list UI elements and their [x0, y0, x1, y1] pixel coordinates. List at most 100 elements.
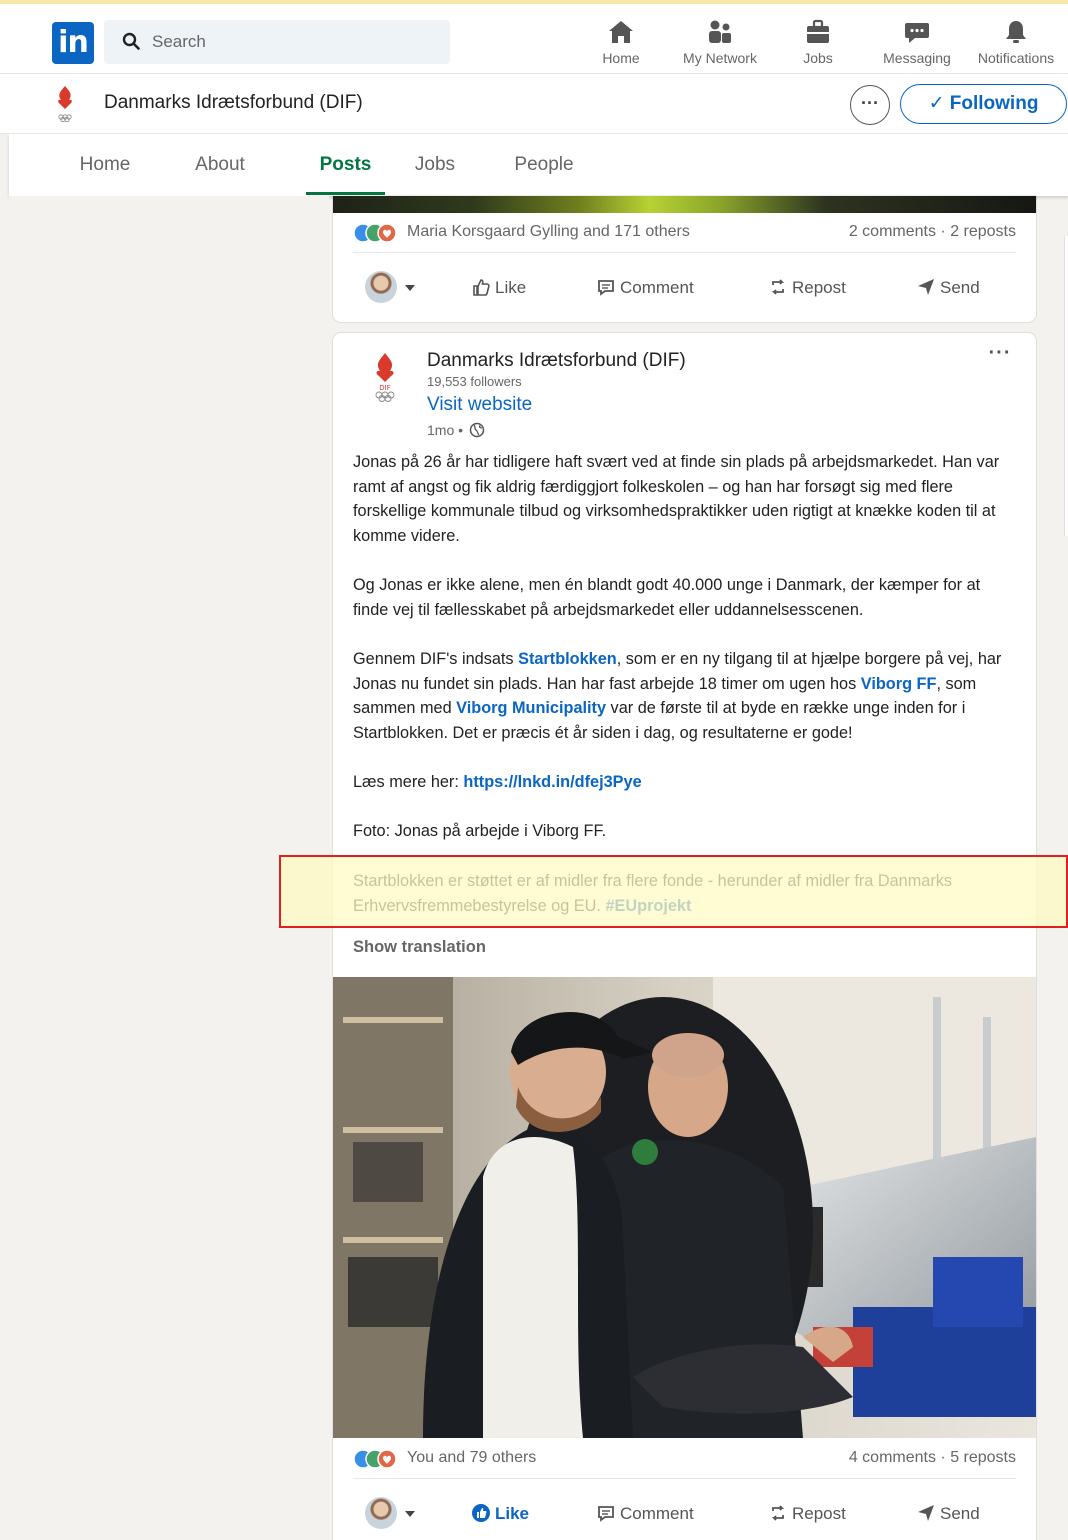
comment-icon — [598, 1506, 614, 1522]
send-button[interactable]: Send — [916, 273, 980, 303]
comment-button[interactable]: Comment — [596, 273, 694, 303]
repost-label: Repost — [792, 278, 846, 297]
nav-messaging-label: Messaging — [883, 50, 951, 66]
caret-down-icon — [405, 285, 415, 291]
mention-viborg-ff[interactable]: Viborg FF — [861, 675, 937, 693]
briefcase-icon — [770, 18, 866, 48]
globe-icon — [469, 422, 485, 438]
nav-notifications[interactable]: Notifications — [968, 18, 1064, 74]
linkedin-logo[interactable]: in — [52, 22, 94, 64]
nav-home-label: Home — [602, 50, 640, 66]
messaging-icon — [869, 18, 965, 48]
reaction-icons[interactable] — [353, 1448, 403, 1470]
nav-jobs[interactable]: Jobs — [770, 18, 866, 74]
nav-jobs-label: Jobs — [803, 50, 833, 66]
search-box[interactable] — [104, 20, 450, 64]
post-actions: Like Comment Repost Send — [333, 1489, 1036, 1539]
dif-logo-small[interactable] — [52, 84, 78, 124]
global-nav: in Home My Network Jobs Messaging Notif — [0, 0, 1068, 74]
tab-home[interactable]: Home — [61, 134, 149, 196]
send-icon — [918, 279, 934, 295]
post-actions: Like Comment Repost Send — [333, 263, 1036, 313]
repost-button[interactable]: Repost — [768, 273, 846, 303]
comment-button[interactable]: Comment — [596, 1499, 694, 1529]
post-paragraph-5: Foto: Jonas på arbejde i Viborg FF. — [353, 822, 607, 840]
repost-button[interactable]: Repost — [768, 1499, 846, 1529]
repost-label: Repost — [792, 1504, 846, 1523]
post-timestamp: 1mo • — [427, 422, 485, 438]
like-filled-icon — [472, 1504, 490, 1522]
text-segment: Gennem DIF's indsats — [353, 650, 519, 668]
avatar — [365, 271, 397, 303]
hashtag-euprojekt[interactable]: #EUprojekt — [605, 897, 691, 915]
network-icon — [672, 18, 768, 48]
svg-text:DIF: DIF — [379, 384, 390, 392]
social-counts: Maria Korsgaard Gylling and 171 others 2… — [353, 221, 1016, 245]
post-card: DIF Danmarks Idrætsforbund (DIF) 19,553 … — [333, 333, 1036, 1540]
left-column — [9, 196, 329, 1540]
tab-jobs[interactable]: Jobs — [405, 134, 465, 196]
nav-notifications-label: Notifications — [977, 50, 1055, 66]
show-translation-button[interactable]: Show translation — [353, 938, 486, 957]
comment-label: Comment — [620, 1504, 694, 1523]
repost-icon — [771, 279, 785, 295]
like-button[interactable]: Like — [471, 1499, 529, 1529]
tab-posts[interactable]: Posts — [306, 134, 385, 195]
nav-home[interactable]: Home — [573, 18, 669, 74]
mention-startblokken[interactable]: Startblokken — [518, 650, 617, 668]
tab-people[interactable]: People — [505, 134, 583, 196]
company-header: Danmarks Idrætsforbund (DIF) ··· ✓ Follo… — [0, 74, 1068, 134]
text-segment: Læs mere her: — [353, 773, 464, 791]
like-icon — [473, 279, 490, 296]
mention-viborg-municipality[interactable]: Viborg Municipality — [456, 699, 606, 717]
like-button[interactable]: Like — [471, 273, 526, 303]
comment-label: Comment — [620, 278, 694, 297]
nav-my-network-label: My Network — [683, 50, 757, 66]
like-label: Like — [495, 1504, 530, 1523]
reactions-text[interactable]: You and 79 others — [407, 1449, 536, 1467]
reactions-text[interactable]: Maria Korsgaard Gylling and 171 others — [407, 223, 690, 241]
follower-count: 19,553 followers — [427, 374, 522, 389]
search-icon — [122, 32, 140, 55]
comments-reposts-count[interactable]: 4 comments · 5 reposts — [849, 1449, 1016, 1467]
send-button[interactable]: Send — [916, 1499, 980, 1529]
external-link[interactable]: https://lnkd.in/dfej3Pye — [463, 773, 641, 791]
social-counts: You and 79 others 4 comments · 5 reposts — [353, 1447, 1016, 1471]
nav-messaging[interactable]: Messaging — [869, 18, 965, 74]
post-author[interactable]: Danmarks Idrætsforbund (DIF) — [427, 350, 686, 372]
post-paragraph-2: Og Jonas er ikke alene, men én blandt go… — [353, 576, 981, 619]
nav-my-network[interactable]: My Network — [672, 18, 768, 74]
right-rail-edge — [1064, 236, 1068, 536]
actor-selector[interactable] — [365, 1497, 419, 1531]
divider — [353, 1478, 1016, 1479]
reaction-icons[interactable] — [353, 222, 403, 244]
send-label: Send — [940, 1504, 980, 1523]
divider — [353, 252, 1016, 253]
like-label: Like — [495, 278, 527, 297]
post-paragraph-4: Læs mere her: https://lnkd.in/dfej3Pye — [353, 770, 1018, 795]
post-paragraph-1: Jonas på 26 år har tidligere haft svært … — [353, 453, 1000, 545]
comment-icon — [598, 280, 614, 296]
visit-website-link[interactable]: Visit website — [427, 394, 532, 416]
post-menu-button[interactable]: ··· — [985, 343, 1015, 367]
send-icon — [918, 1505, 934, 1521]
company-name[interactable]: Danmarks Idrætsforbund (DIF) — [104, 92, 363, 114]
bell-icon — [968, 18, 1064, 48]
more-options-button[interactable]: ··· — [850, 85, 890, 125]
company-tabs: Home About Posts Jobs People — [9, 134, 1068, 196]
avatar — [365, 1497, 397, 1529]
home-icon — [573, 18, 669, 48]
post-image-cropped[interactable] — [333, 196, 1036, 213]
dif-logo[interactable]: DIF — [369, 351, 401, 403]
post-time-text: 1mo • — [427, 422, 464, 438]
post-paragraph-6: Startblokken er støttet er af midler fra… — [353, 869, 1018, 918]
comments-reposts-count[interactable]: 2 comments · 2 reposts — [849, 223, 1016, 241]
post-photo[interactable] — [333, 977, 1036, 1438]
post-paragraph-3: Gennem DIF's indsats Startblokken, som e… — [353, 647, 1018, 745]
actor-selector[interactable] — [365, 271, 419, 305]
tab-about[interactable]: About — [179, 134, 261, 196]
caret-down-icon — [405, 1511, 415, 1517]
previous-post-card: Maria Korsgaard Gylling and 171 others 2… — [333, 196, 1036, 322]
search-input[interactable] — [152, 20, 442, 64]
following-button[interactable]: ✓ Following — [900, 84, 1067, 124]
